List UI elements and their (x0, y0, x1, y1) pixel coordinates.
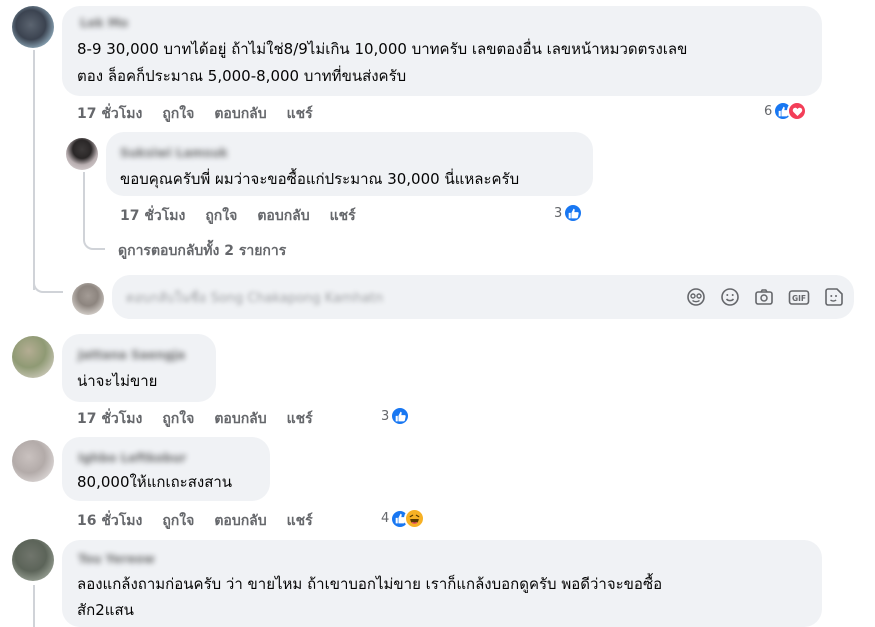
comment-actions: 17 ชั่วโมง ถูกใจ ตอบกลับ แชร์ (77, 408, 333, 430)
avatar[interactable] (12, 440, 54, 482)
like-reaction-icon (390, 406, 411, 426)
comment-text-line: 80,000ให้แกเถะสงสาน (77, 473, 233, 491)
comment-time[interactable]: 17 ชั่วโมง (120, 205, 185, 227)
reply-button[interactable]: ตอบกลับ (214, 408, 266, 430)
share-button[interactable]: แชร์ (330, 205, 356, 227)
like-button[interactable]: ถูกใจ (162, 510, 194, 532)
reaction-count: 3 (381, 408, 390, 424)
reaction-count: 3 (554, 205, 563, 221)
comment-actions: 17 ชั่วโมง ถูกใจ ตอบกลับ แชร์ (120, 205, 376, 227)
reply-button[interactable]: ตอบกลับ (214, 510, 266, 532)
avatar[interactable] (12, 336, 54, 378)
comment-time[interactable]: 16 ชั่วโมง (77, 510, 142, 532)
reply-composer[interactable]: ตอบกลับในชื่อ Song Chakapong Kamhatn GIF (112, 275, 854, 319)
camera-icon[interactable] (754, 287, 774, 307)
comment-text-line: ตอง ล็อคก็ประมาณ 5,000-8,000 บาทที่ขนส่ง… (77, 67, 407, 85)
thread-curve-composer (33, 255, 63, 293)
share-button[interactable]: แชร์ (287, 103, 313, 125)
sticker-face-icon[interactable] (686, 287, 706, 307)
like-button[interactable]: ถูกใจ (162, 103, 194, 125)
like-button[interactable]: ถูกใจ (162, 408, 194, 430)
comment-author[interactable]: Ighbo Leftkobur (78, 451, 186, 465)
composer-icons: GIF (686, 287, 844, 307)
emoji-icon[interactable] (720, 287, 740, 307)
comment-author[interactable]: Suksiwi Lamsuk (120, 146, 228, 160)
comment-text-line: ขอบคุณครับพี่ ผมว่าจะขอซื้อแก่ประมาณ 30,… (120, 170, 520, 188)
sticker-icon[interactable] (824, 287, 844, 307)
avatar[interactable] (12, 539, 54, 581)
comment-text-line: 8-9 30,000 บาทได้อยู่ ถ้าไม่ใช่8/9ไม่เกิ… (77, 40, 688, 58)
reply-button[interactable]: ตอบกลับ (257, 205, 309, 227)
comment-author[interactable]: Tou Yereow (78, 552, 155, 566)
avatar[interactable] (12, 6, 54, 48)
thread-line-last (33, 585, 35, 627)
reaction-summary[interactable]: 3 (381, 406, 411, 426)
svg-text:GIF: GIF (792, 294, 806, 303)
comment-actions: 16 ชั่วโมง ถูกใจ ตอบกลับ แชร์ (77, 510, 333, 532)
share-button[interactable]: แชร์ (287, 408, 313, 430)
gif-icon[interactable]: GIF (788, 287, 810, 307)
comment-text-line: สัก2แสน (77, 601, 134, 619)
reaction-summary[interactable]: 3 (554, 203, 584, 223)
haha-reaction-icon (404, 508, 426, 529)
view-replies-link[interactable]: ดูการตอบกลับทั้ง 2 รายการ (118, 240, 286, 262)
like-reaction-icon (563, 203, 584, 223)
reaction-summary[interactable]: 6 (764, 101, 808, 121)
reply-button[interactable]: ตอบกลับ (214, 103, 266, 125)
composer-placeholder: ตอบกลับในชื่อ Song Chakapong Kamhatn (126, 290, 384, 306)
comment-author[interactable]: Jattana Saengja (78, 348, 185, 362)
reaction-count: 4 (381, 511, 390, 526)
like-button[interactable]: ถูกใจ (205, 205, 237, 227)
comment-text-line: ลองแกล้งถามก่อนครับ ว่า ขายไหม ถ้าเขาบอก… (77, 575, 663, 593)
avatar[interactable] (66, 138, 98, 170)
love-reaction-icon (787, 101, 808, 121)
comment-time[interactable]: 17 ชั่วโมง (77, 408, 142, 430)
thread-curve-replies (83, 172, 105, 250)
thread-line-main (33, 50, 35, 290)
comment-author[interactable]: Lek Mo (80, 16, 128, 30)
share-button[interactable]: แชร์ (287, 510, 313, 532)
reaction-count: 6 (764, 103, 773, 119)
composer-avatar (72, 283, 104, 315)
comment-time[interactable]: 17 ชั่วโมง (77, 103, 142, 125)
comment-actions: 17 ชั่วโมง ถูกใจ ตอบกลับ แชร์ (77, 103, 333, 125)
reaction-summary[interactable]: 4 (381, 508, 426, 529)
comment-text-line: น่าจะไม่ขาย (77, 372, 158, 390)
